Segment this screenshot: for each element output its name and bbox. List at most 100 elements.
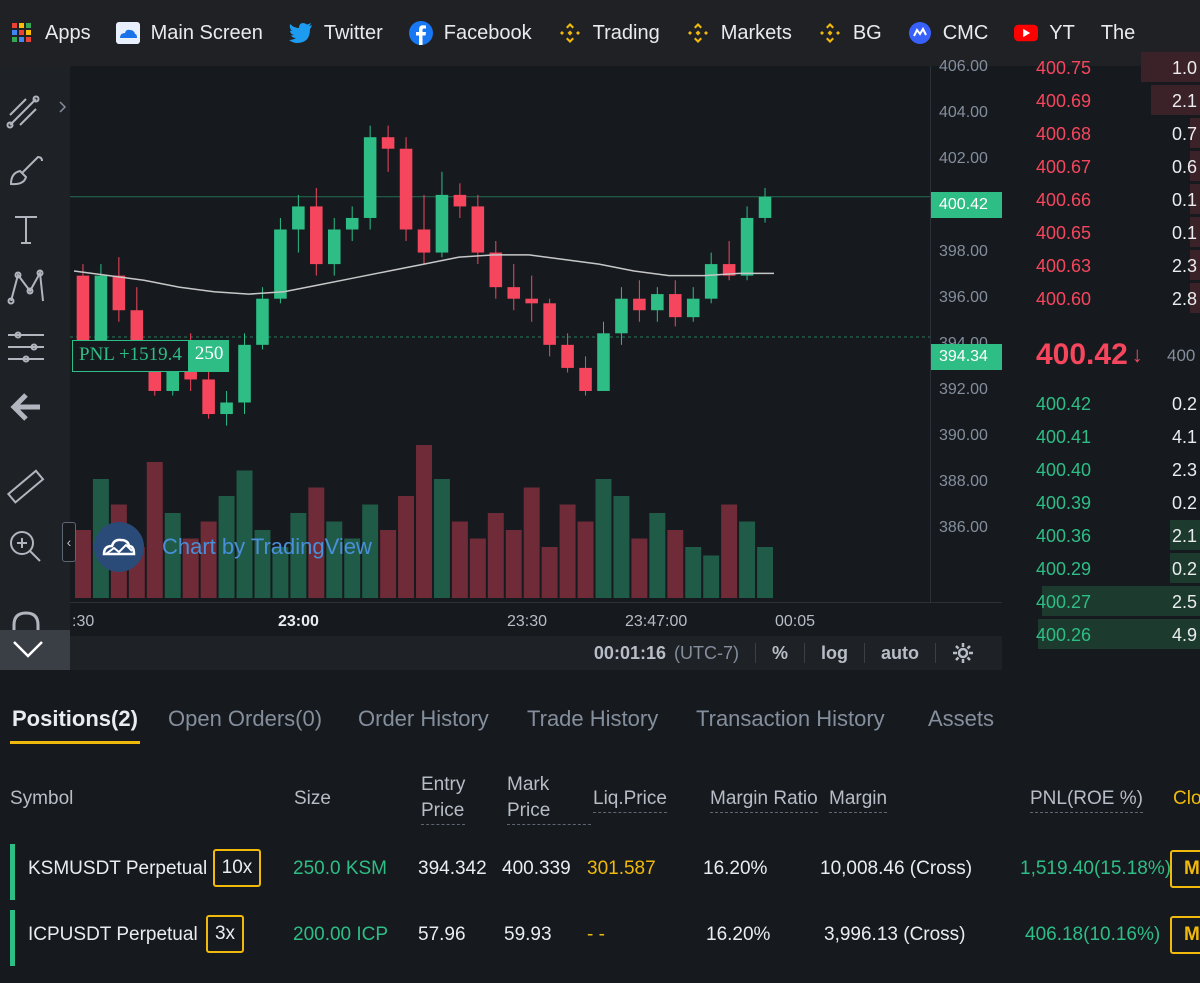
- candle-body: [238, 344, 251, 403]
- chart-timezone[interactable]: (UTC-7): [674, 643, 739, 664]
- candle-body: [740, 217, 754, 276]
- bid-size: 0.2: [1172, 493, 1198, 513]
- bid-size: 4.9: [1172, 625, 1198, 645]
- chevron-right-icon[interactable]: [58, 100, 68, 119]
- candle-body: [543, 303, 556, 345]
- price-tick: 392.00: [939, 380, 988, 398]
- candle-body: [758, 196, 772, 218]
- header-margin-ratio[interactable]: Margin Ratio: [710, 786, 818, 813]
- zoom-in-icon[interactable]: [5, 526, 47, 568]
- trend-line-tool-icon[interactable]: [5, 88, 47, 130]
- arrow-down-icon: ↓: [1131, 342, 1143, 367]
- bookmark-label: Facebook: [443, 21, 532, 44]
- bookmark-twitter[interactable]: Twitter: [288, 0, 383, 66]
- ruler-icon[interactable]: [5, 466, 47, 508]
- orderbook-ask-row[interactable]: 400.68 0.7: [1002, 118, 1200, 151]
- bookmark-bg[interactable]: BG: [818, 0, 882, 66]
- text-tool-icon[interactable]: [5, 208, 47, 250]
- candle-body: [381, 137, 395, 149]
- bookmark-trading[interactable]: Trading: [558, 0, 660, 66]
- price-tick: 386.00: [939, 519, 988, 537]
- candle-body: [76, 275, 90, 345]
- orderbook-bid-row[interactable]: 400.27 2.5: [1002, 586, 1200, 619]
- cell-margin[interactable]: 10,008.46 (Cross): [820, 858, 972, 880]
- orderbook-bid-row[interactable]: 400.41 4.1: [1002, 421, 1200, 454]
- candle-body: [310, 206, 323, 265]
- pattern-tool-icon[interactable]: [5, 266, 47, 308]
- tab-order-history[interactable]: Order History: [358, 706, 489, 732]
- arrow-left-icon[interactable]: [5, 386, 47, 428]
- tab-transaction-history[interactable]: Transaction History: [696, 706, 885, 732]
- chart-plot-area[interactable]: PNL +1519.4 250 ‹ Chart by TradingView: [62, 66, 930, 602]
- header-size: Size: [294, 788, 331, 809]
- orderbook-ask-row[interactable]: 400.66 0.1: [1002, 184, 1200, 217]
- time-tick: 23:00: [278, 613, 319, 630]
- header-margin[interactable]: Margin: [829, 786, 888, 813]
- orderbook-ask-row[interactable]: 400.69 2.1: [1002, 85, 1200, 118]
- log-toggle[interactable]: log: [821, 643, 848, 664]
- gear-icon[interactable]: [952, 642, 974, 664]
- tab-positions[interactable]: Positions(2): [12, 706, 138, 732]
- toolbar-collapse-button[interactable]: [0, 630, 70, 670]
- cell-size: 200.00 ICP: [293, 924, 389, 945]
- bookmark-markets[interactable]: Markets: [686, 0, 792, 66]
- candle-body: [292, 206, 305, 230]
- orderbook-ask-row[interactable]: 400.63 2.3: [1002, 250, 1200, 283]
- bookmark-main-screen[interactable]: Main Screen: [115, 0, 263, 66]
- price-tick: 402.00: [939, 150, 988, 168]
- bookmark-facebook[interactable]: Facebook: [408, 0, 532, 66]
- orderbook-bid-row[interactable]: 400.26 4.9: [1002, 619, 1200, 652]
- header-entry-line1: Entry: [421, 774, 466, 795]
- bookmark-label: Trading: [592, 21, 660, 44]
- bid-size: 0.2: [1172, 394, 1198, 414]
- orderbook-bid-row[interactable]: 400.36 2.1: [1002, 520, 1200, 553]
- cell-symbol[interactable]: KSMUSDT Perpetual: [28, 858, 207, 880]
- header-mark-price[interactable]: Mark Price: [507, 772, 591, 825]
- facebook-icon: [408, 21, 433, 45]
- header-pnl[interactable]: PNL(ROE %): [1030, 786, 1143, 813]
- leverage-button[interactable]: 10x: [213, 849, 261, 887]
- market-close-button[interactable]: M: [1170, 850, 1200, 888]
- auto-toggle[interactable]: auto: [881, 643, 919, 664]
- cell-size: 250.0 KSM: [293, 858, 387, 879]
- candle-body: [417, 229, 431, 253]
- volume-bar: [505, 530, 522, 598]
- last-price-value: 400.42: [1036, 338, 1128, 371]
- orderbook-ask-row[interactable]: 400.75 1.0: [1002, 52, 1200, 85]
- chevron-down-icon: [10, 634, 46, 667]
- orderbook-bid-row[interactable]: 400.40 2.3: [1002, 454, 1200, 487]
- bookmark-cmc[interactable]: CMC: [908, 0, 988, 66]
- orderbook-bid-row[interactable]: 400.29 0.2: [1002, 553, 1200, 586]
- header-liq-price[interactable]: Liq.Price: [593, 786, 667, 813]
- candle-body: [651, 294, 664, 311]
- orderbook-ask-row[interactable]: 400.67 0.6: [1002, 151, 1200, 184]
- market-close-button[interactable]: M: [1170, 916, 1200, 954]
- tab-open-orders[interactable]: Open Orders(0): [168, 706, 322, 732]
- brush-tool-icon[interactable]: [5, 148, 47, 190]
- price-tick: 404.00: [939, 104, 988, 122]
- time-axis[interactable]: :30 23:00 23:30 23:47:00 00:05: [70, 602, 1002, 638]
- orderbook-ask-row[interactable]: 400.60 2.8: [1002, 283, 1200, 316]
- cell-entry: 57.96: [418, 924, 466, 945]
- leverage-button[interactable]: 3x: [206, 915, 244, 953]
- bookmark-apps[interactable]: Apps: [10, 0, 91, 66]
- header-entry-price[interactable]: Entry Price: [421, 772, 466, 825]
- cell-margin-ratio: 16.20%: [706, 924, 771, 945]
- cell-symbol[interactable]: ICPUSDT Perpetual: [28, 924, 198, 946]
- header-symbol: Symbol: [10, 788, 74, 809]
- tab-assets[interactable]: Assets: [928, 706, 994, 732]
- fib-tool-icon[interactable]: [5, 326, 47, 368]
- orderbook-bid-row[interactable]: 400.39 0.2: [1002, 487, 1200, 520]
- cell-margin[interactable]: 3,996.13 (Cross): [824, 924, 966, 946]
- orderbook-ask-row[interactable]: 400.65 0.1: [1002, 217, 1200, 250]
- price-axis[interactable]: 406.00404.00402.00400.00398.00396.00394.…: [930, 58, 1003, 602]
- ask-price: 400.67: [1036, 157, 1092, 177]
- candle-body: [202, 379, 215, 415]
- cell-mark: 59.93: [504, 924, 552, 945]
- collapse-left-handle[interactable]: ‹: [62, 522, 76, 562]
- long-indicator: [10, 844, 15, 900]
- orderbook-bid-row[interactable]: 400.42 0.2: [1002, 388, 1200, 421]
- percent-toggle[interactable]: %: [772, 643, 788, 664]
- tab-trade-history[interactable]: Trade History: [527, 706, 658, 732]
- bookmark-label: Main Screen: [150, 21, 263, 44]
